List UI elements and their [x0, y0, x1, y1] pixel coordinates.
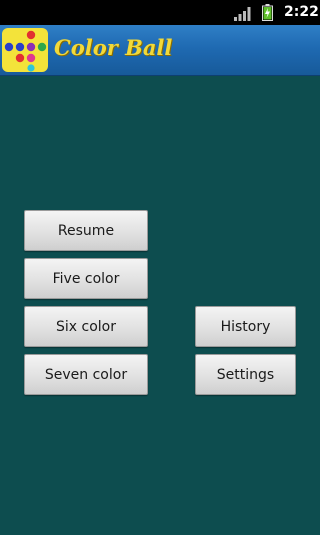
signal-bars-icon — [234, 6, 251, 21]
battery-charging-icon — [262, 4, 273, 21]
six-color-button[interactable]: Six color — [24, 306, 148, 347]
status-bar: 2:22 — [0, 0, 320, 25]
app-title: Color Ball — [54, 35, 173, 60]
status-time: 2:22 — [284, 4, 319, 20]
five-color-button[interactable]: Five color — [24, 258, 148, 299]
seven-color-button[interactable]: Seven color — [24, 354, 148, 395]
resume-button[interactable]: Resume — [24, 210, 148, 251]
settings-button[interactable]: Settings — [195, 354, 296, 395]
color-balls-logo-icon — [2, 28, 48, 72]
title-bar: Color Ball — [0, 25, 320, 76]
history-button[interactable]: History — [195, 306, 296, 347]
